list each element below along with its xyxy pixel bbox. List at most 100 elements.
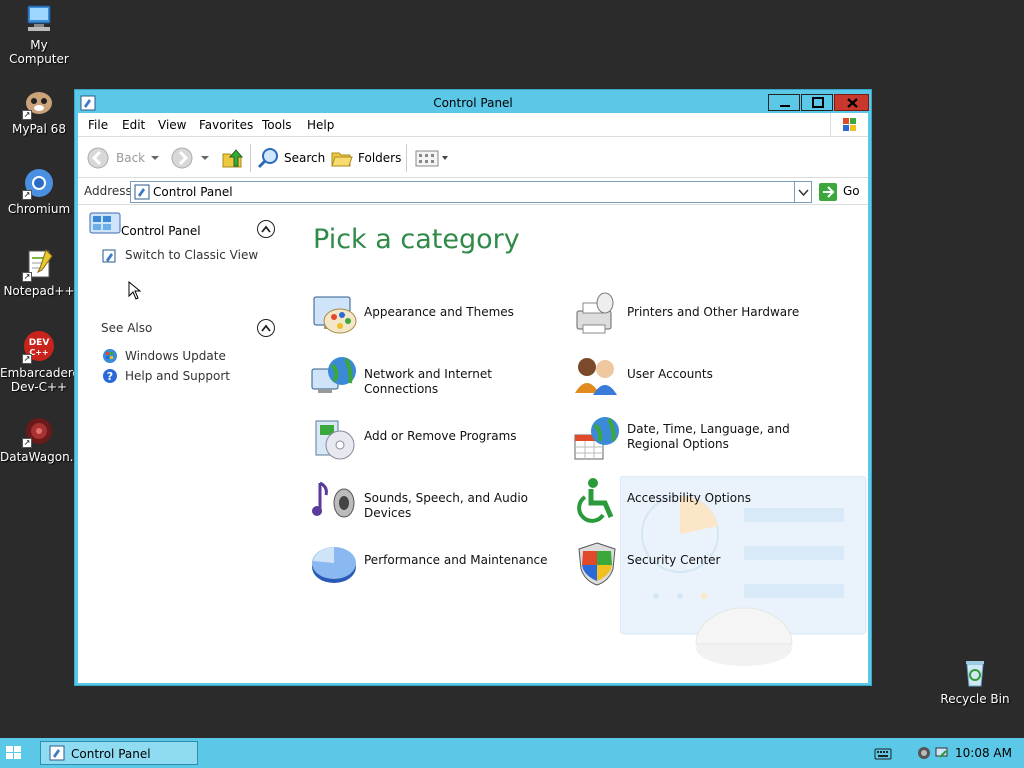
desktop-icon-notepadpp[interactable]: ↗ Notepad++ [0, 248, 78, 298]
desktop-icon-devcpp[interactable]: DEV C++ ↗ Embarcadero Dev-C++ [0, 330, 80, 394]
desktop-icon-label: My Computer [9, 38, 69, 66]
menu-help[interactable]: Help [307, 118, 334, 132]
shortcut-arrow-icon: ↗ [22, 190, 32, 200]
go-arrow-icon [819, 183, 837, 201]
taskbar-button-label: Control Panel [71, 747, 151, 761]
page-heading: Pick a category [313, 224, 520, 255]
windows-update-link[interactable]: Windows Update [125, 349, 226, 363]
shortcut-arrow-icon: ↗ [22, 438, 32, 448]
menu-view[interactable]: View [158, 118, 186, 132]
menu-bar: File Edit View Favorites Tools Help [78, 113, 868, 137]
collapse-button[interactable] [257, 319, 275, 337]
control-panel-large-icon [89, 212, 121, 234]
desktop-icon-datawagon[interactable]: ↗ DataWagon... [0, 414, 82, 464]
collapse-button[interactable] [257, 220, 275, 238]
address-value: Control Panel [153, 185, 233, 199]
control-panel-window: Control Panel File Edit View Favorites T… [74, 89, 872, 686]
menu-file[interactable]: File [88, 118, 108, 132]
views-button[interactable] [414, 146, 450, 170]
desktop-icon-chromium[interactable]: ↗ Chromium [0, 166, 78, 216]
keyboard-icon[interactable] [874, 747, 892, 761]
address-bar: Address Control Panel Go [78, 179, 868, 205]
desktop-icon-label: MyPal 68 [12, 122, 66, 136]
category-user-accounts[interactable]: User Accounts [573, 353, 843, 403]
shortcut-arrow-icon: ↗ [22, 110, 32, 120]
close-button[interactable] [834, 94, 869, 111]
category-label: Appearance and Themes [364, 305, 514, 319]
desktop-icon-label: DataWagon... [0, 450, 82, 464]
category-label: Printers and Other Hardware [627, 305, 800, 319]
chromium-icon: ↗ [22, 166, 56, 200]
network-status-icon[interactable] [934, 745, 950, 761]
go-label: Go [843, 184, 860, 198]
menu-favorites[interactable]: Favorites [199, 118, 253, 132]
add-remove-programs-icon [315, 420, 355, 460]
category-appearance-themes[interactable]: Appearance and Themes [310, 291, 580, 341]
category-label: Date, Time, Language, and Regional Optio… [627, 422, 790, 451]
datawagon-icon: ↗ [22, 414, 56, 448]
address-input[interactable]: Control Panel [130, 181, 812, 203]
desktop-icon-recycle-bin[interactable]: Recycle Bin [936, 656, 1014, 706]
category-printers-hardware[interactable]: Printers and Other Hardware [573, 291, 843, 341]
switch-to-classic-view-link[interactable]: Switch to Classic View [125, 248, 258, 262]
category-performance-maintenance[interactable]: Performance and Maintenance [310, 539, 580, 589]
category-label: Performance and Maintenance [364, 553, 548, 567]
category-network-internet[interactable]: Network and Internet Connections [310, 353, 580, 403]
up-folder-button[interactable] [220, 146, 244, 170]
system-clock[interactable]: 10:08 AM [955, 746, 1012, 760]
control-panel-small-icon [49, 745, 65, 761]
desktop-icon-mypal[interactable]: ↗ MyPal 68 [0, 86, 78, 136]
system-tray: 10:08 AM [874, 738, 1024, 768]
folders-label: Folders [358, 151, 402, 165]
desktop-icon-my-computer[interactable]: My Computer [0, 2, 78, 66]
control-panel-small-icon [134, 184, 150, 200]
mypal-icon: ↗ [22, 86, 56, 120]
category-security-center[interactable]: Security Center [573, 539, 843, 589]
menu-edit[interactable]: Edit [122, 118, 145, 132]
go-button[interactable]: Go [818, 182, 862, 202]
search-label: Search [284, 151, 326, 165]
menu-tools[interactable]: Tools [262, 118, 292, 132]
search-button[interactable]: Search [256, 146, 326, 170]
start-button[interactable] [4, 744, 24, 762]
category-view: Pick a category Appearance and Themes Ne… [290, 206, 868, 683]
desktop-icon-label: Notepad++ [3, 284, 75, 298]
category-sounds-audio[interactable]: Sounds, Speech, and Audio Devices [310, 477, 580, 527]
back-label: Back [116, 151, 146, 165]
maximize-button[interactable] [801, 94, 833, 111]
back-button[interactable]: Back [86, 146, 160, 170]
address-label: Address [84, 184, 132, 198]
category-accessibility[interactable]: Accessibility Options [573, 477, 843, 527]
category-label: Sounds, Speech, and Audio Devices [364, 491, 528, 520]
tray-app-icon[interactable] [916, 745, 932, 761]
windows-logo-icon [830, 113, 868, 137]
notepadpp-icon: ↗ [22, 248, 56, 282]
taskbar-button-control-panel[interactable]: Control Panel [40, 741, 198, 765]
recycle-bin-icon [958, 656, 992, 690]
chevron-down-icon [151, 156, 159, 160]
taskbar: Control Panel 10:08 AM [0, 738, 1024, 768]
computer-icon [22, 2, 56, 36]
desktop-icon-label: Embarcadero Dev-C++ [0, 366, 80, 394]
category-label: Network and Internet Connections [364, 367, 492, 396]
security-center-icon [578, 542, 616, 586]
folders-button[interactable]: Folders [330, 146, 402, 170]
devcpp-icon: DEV C++ ↗ [22, 330, 56, 364]
windows-start-icon [6, 746, 21, 759]
category-label: Add or Remove Programs [364, 429, 517, 443]
address-dropdown-button[interactable] [794, 182, 811, 202]
pane-title: Control Panel [121, 224, 201, 238]
accessibility-icon [577, 478, 614, 523]
desktop-icon-label: Chromium [7, 202, 71, 216]
svg-text:DEV: DEV [29, 338, 50, 348]
category-add-remove-programs[interactable]: Add or Remove Programs [310, 415, 580, 465]
help-and-support-link[interactable]: Help and Support [125, 369, 230, 383]
window-client-area: File Edit View Favorites Tools Help Back [78, 113, 868, 683]
performance-maintenance-icon [312, 547, 356, 583]
category-date-time-regional[interactable]: Date, Time, Language, and Regional Optio… [573, 415, 843, 465]
minimize-button[interactable] [768, 94, 800, 111]
forward-button[interactable] [170, 146, 212, 170]
help-icon: ? [103, 369, 117, 383]
user-accounts-icon [575, 358, 617, 395]
appearance-themes-icon [313, 296, 357, 334]
